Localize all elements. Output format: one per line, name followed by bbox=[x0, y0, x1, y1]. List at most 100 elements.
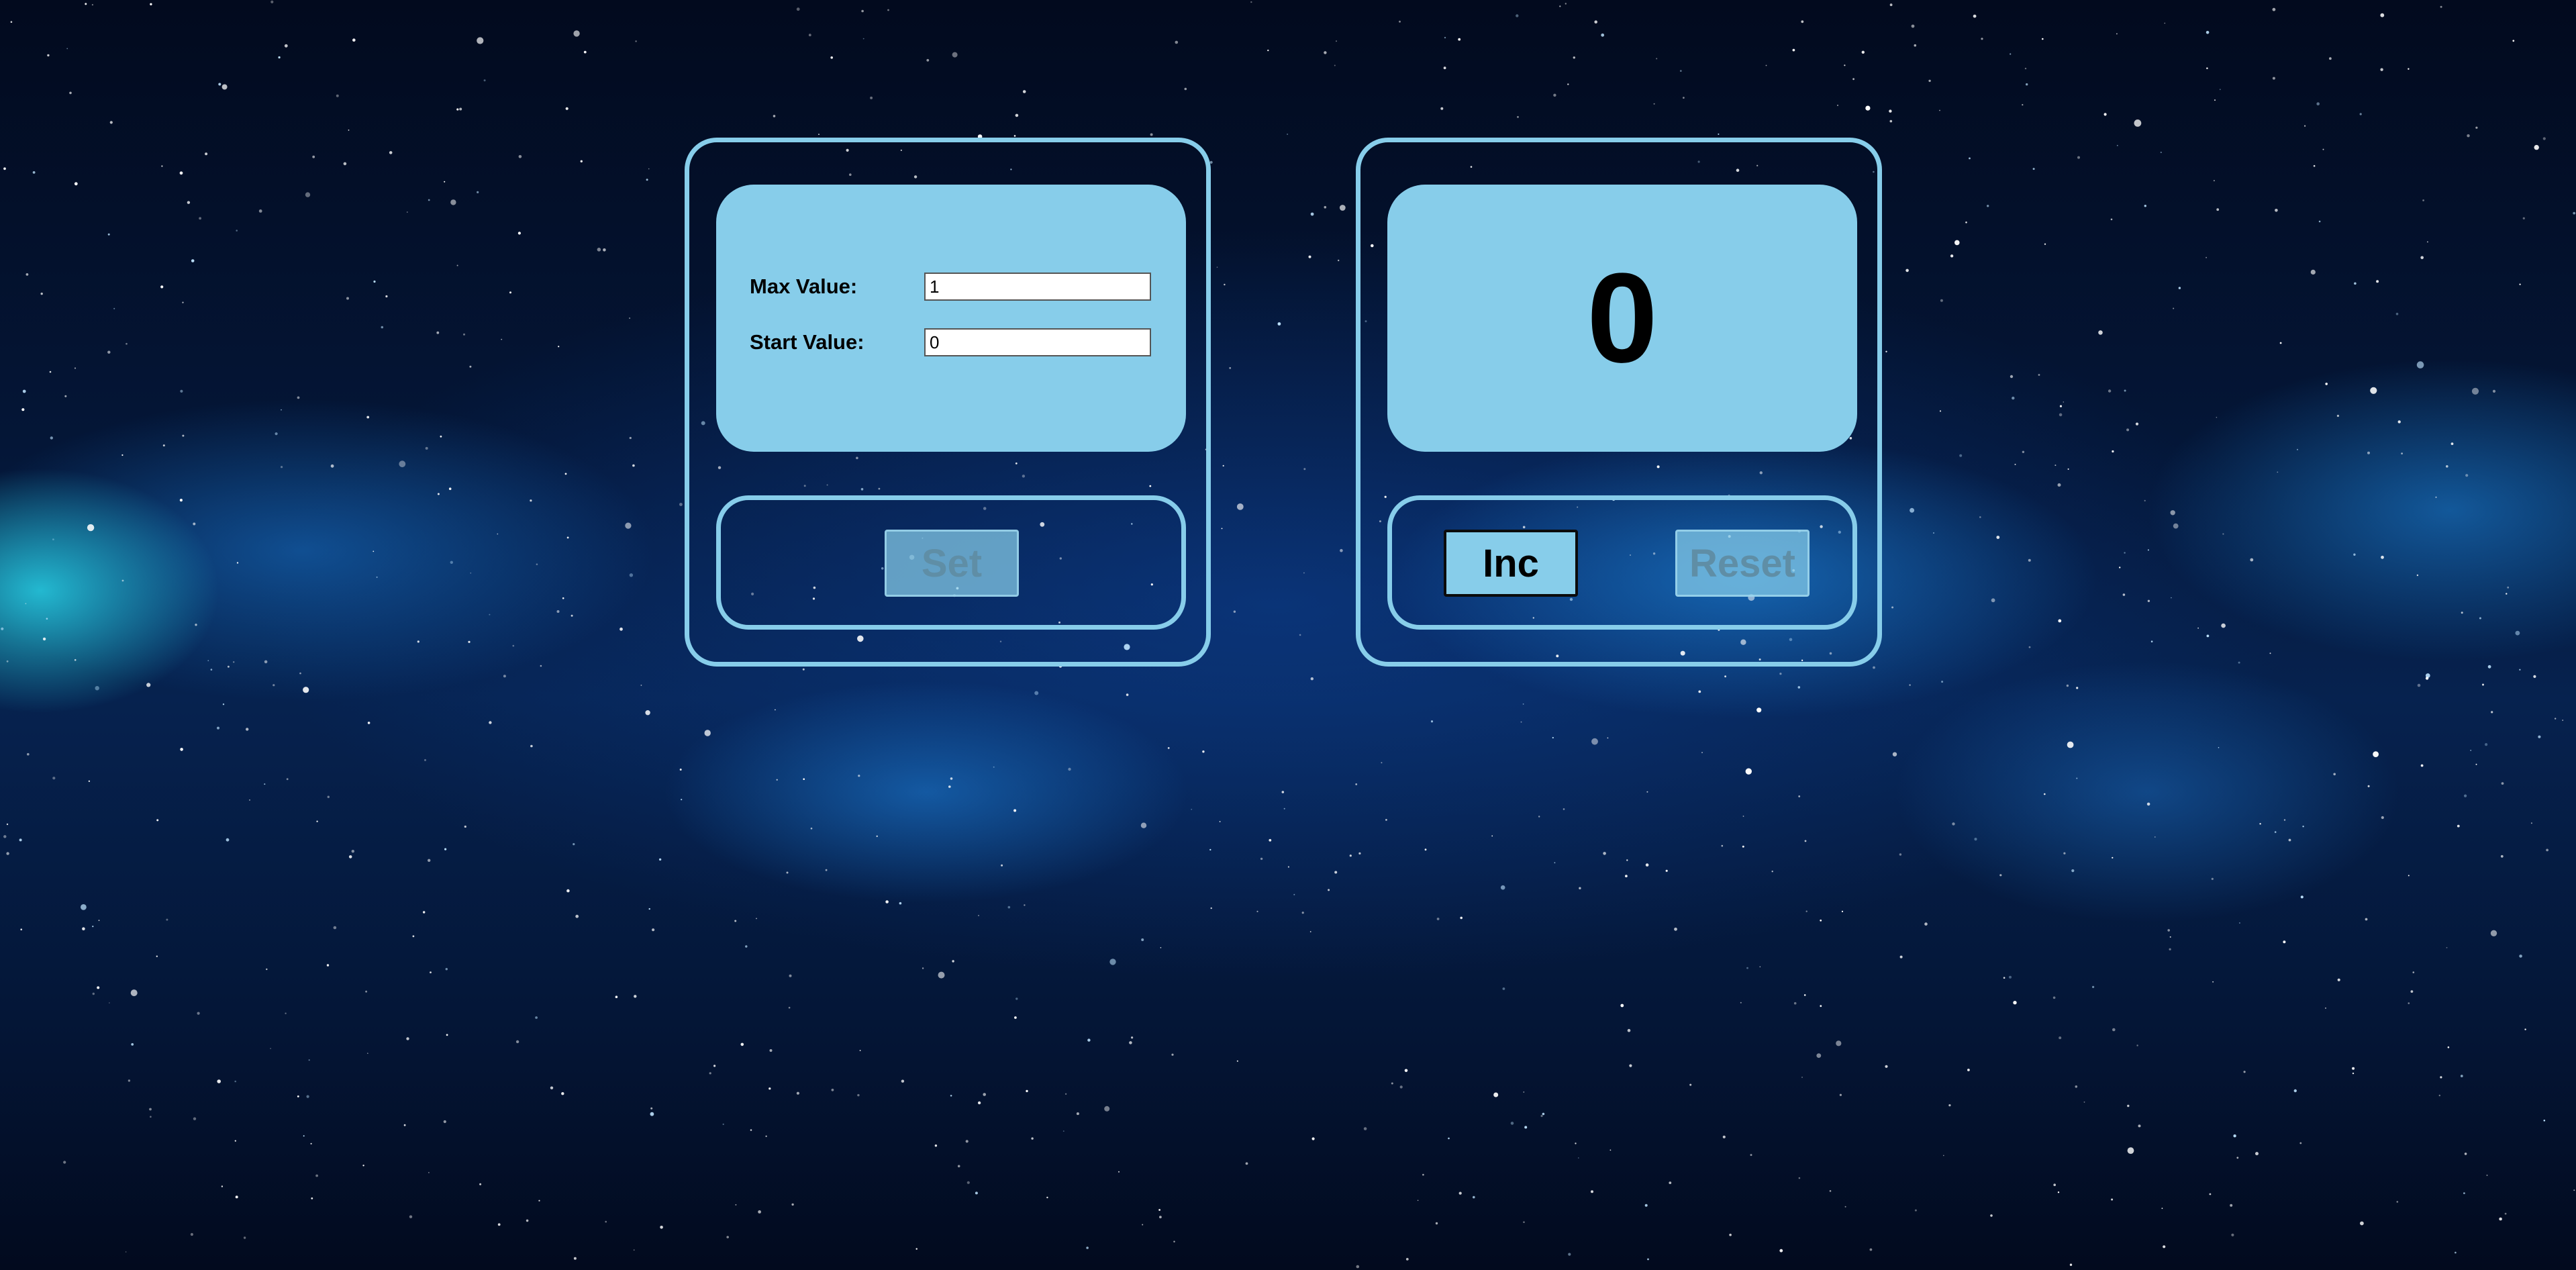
star bbox=[440, 435, 442, 438]
star bbox=[2360, 1221, 2364, 1226]
star bbox=[469, 365, 472, 368]
max-value-input[interactable] bbox=[924, 273, 1151, 301]
star bbox=[950, 1095, 952, 1097]
star bbox=[385, 295, 388, 298]
star bbox=[1068, 767, 1071, 771]
star bbox=[1959, 454, 1963, 457]
star bbox=[1013, 135, 1016, 137]
star bbox=[1256, 910, 1258, 912]
star bbox=[126, 342, 128, 345]
star bbox=[967, 1181, 970, 1184]
star bbox=[6, 823, 9, 826]
star bbox=[1909, 684, 1911, 686]
set-button[interactable]: Set bbox=[885, 530, 1019, 597]
star bbox=[456, 108, 459, 111]
star bbox=[373, 280, 376, 283]
star bbox=[1287, 866, 1289, 868]
star bbox=[1308, 255, 1311, 258]
star bbox=[2206, 256, 2208, 258]
star bbox=[131, 1043, 134, 1046]
star bbox=[182, 301, 184, 303]
star bbox=[2427, 241, 2428, 243]
star bbox=[965, 1140, 969, 1143]
star bbox=[1224, 283, 1226, 286]
star bbox=[1974, 838, 1977, 841]
star bbox=[49, 371, 52, 373]
star bbox=[2359, 113, 2362, 115]
star bbox=[2103, 113, 2107, 116]
star bbox=[1554, 862, 1556, 864]
star bbox=[2209, 1193, 2212, 1195]
reset-button[interactable]: Reset bbox=[1675, 530, 1810, 597]
star bbox=[2059, 413, 2063, 417]
star bbox=[2211, 877, 2214, 880]
star bbox=[2108, 389, 2112, 393]
star bbox=[52, 538, 54, 540]
star bbox=[2297, 448, 2298, 450]
star bbox=[2212, 981, 2214, 983]
star bbox=[629, 436, 632, 440]
star bbox=[1520, 721, 1522, 723]
star bbox=[1334, 871, 1338, 874]
star bbox=[1601, 33, 1605, 37]
star bbox=[1779, 1249, 1783, 1253]
star bbox=[773, 115, 776, 117]
star bbox=[1502, 987, 1505, 990]
star bbox=[2446, 946, 2448, 948]
star bbox=[1336, 40, 1337, 42]
star bbox=[1729, 1233, 1732, 1236]
star bbox=[266, 968, 268, 971]
star bbox=[2396, 1201, 2399, 1203]
star bbox=[538, 1200, 540, 1202]
star bbox=[1889, 119, 1893, 123]
star bbox=[934, 1144, 938, 1147]
counter-value: 0 bbox=[1587, 247, 1658, 389]
star bbox=[2490, 930, 2497, 937]
start-value-input[interactable] bbox=[924, 328, 1151, 356]
star bbox=[2150, 640, 2153, 642]
star bbox=[825, 869, 828, 871]
star bbox=[2216, 208, 2220, 211]
star bbox=[2126, 428, 2130, 432]
star bbox=[1381, 762, 1383, 764]
star bbox=[2555, 718, 2557, 720]
star bbox=[1086, 1247, 1089, 1249]
star bbox=[2169, 948, 2171, 950]
star bbox=[162, 444, 165, 447]
star bbox=[2222, 533, 2224, 535]
star bbox=[1798, 795, 1801, 797]
star bbox=[2269, 652, 2271, 654]
star bbox=[2352, 1067, 2355, 1070]
star bbox=[2164, 22, 2166, 24]
star bbox=[1644, 1204, 1648, 1207]
star bbox=[366, 416, 370, 419]
star bbox=[2178, 287, 2181, 289]
star bbox=[82, 927, 85, 930]
max-value-label: Max Value: bbox=[750, 275, 858, 298]
star bbox=[1210, 907, 1212, 910]
star bbox=[470, 572, 472, 574]
star bbox=[412, 935, 415, 938]
star bbox=[2460, 1075, 2463, 1077]
star bbox=[6, 852, 9, 855]
star bbox=[1924, 922, 1928, 926]
star bbox=[270, 0, 274, 3]
star bbox=[1965, 222, 1967, 224]
star bbox=[2573, 1189, 2575, 1191]
star bbox=[1899, 853, 1902, 856]
star bbox=[571, 614, 573, 617]
star bbox=[2435, 496, 2437, 498]
star bbox=[2272, 77, 2275, 80]
star bbox=[234, 1140, 236, 1142]
star bbox=[81, 904, 87, 910]
star bbox=[603, 248, 606, 252]
star bbox=[2112, 1028, 2116, 1032]
star bbox=[735, 1204, 737, 1206]
star bbox=[1443, 66, 1446, 70]
star bbox=[2216, 417, 2218, 418]
star bbox=[1540, 1114, 1543, 1118]
star bbox=[2304, 125, 2306, 127]
star bbox=[1191, 808, 1193, 810]
inc-button[interactable]: Inc bbox=[1444, 530, 1578, 597]
star bbox=[1607, 737, 1609, 739]
